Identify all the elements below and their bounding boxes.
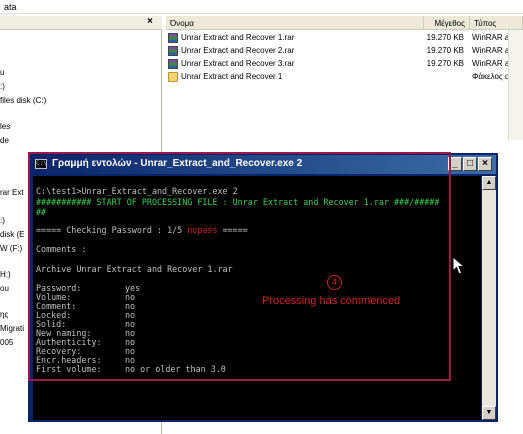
folder-tree-item[interactable]: Migrati — [0, 324, 24, 333]
scroll-down-arrow-icon[interactable]: ▼ — [482, 406, 496, 420]
column-header-size[interactable]: Μέγεθος — [424, 16, 470, 30]
file-type: WinRAR ar — [472, 59, 513, 68]
folder-tree-item[interactable]: u — [0, 68, 4, 77]
folder-icon — [168, 72, 178, 82]
file-name: Unrar Extract and Recover 2.rar — [181, 46, 295, 55]
rar-archive-icon — [168, 46, 178, 56]
folder-tree-item[interactable]: de — [0, 136, 9, 145]
folder-tree-item[interactable]: H:) — [0, 270, 11, 279]
file-row[interactable]: Unrar Extract and Recover 1.rar 19.270 K… — [166, 32, 523, 44]
folder-tree-item[interactable]: 005 — [0, 338, 13, 347]
file-type: Φάκελος α — [472, 72, 510, 81]
folder-tree-item[interactable]: disk (E — [0, 230, 24, 239]
annotation-highlight-frame — [28, 152, 451, 381]
folder-tree-item[interactable]: files disk (C:) — [0, 96, 46, 105]
file-size: 19.270 KB — [426, 59, 464, 68]
folder-tree-item[interactable]: ης — [0, 310, 8, 319]
column-header-name[interactable]: Όνομα — [166, 16, 424, 30]
console-scrollbar[interactable]: ▲ ▼ — [482, 176, 496, 420]
folder-tree-item[interactable]: rar Ext — [0, 188, 24, 197]
scroll-up-arrow-icon[interactable]: ▲ — [482, 176, 496, 190]
annotation-step-number: 4 — [327, 275, 342, 290]
file-row[interactable]: Unrar Extract and Recover 2.rar 19.270 K… — [166, 45, 523, 57]
close-button[interactable]: × — [478, 157, 492, 171]
folder-tree-item[interactable]: ou — [0, 284, 9, 293]
close-pane-icon[interactable]: × — [147, 16, 153, 27]
file-name: Unrar Extract and Recover 1.rar — [181, 33, 295, 42]
column-header-type[interactable]: Τύπος — [470, 16, 523, 30]
file-type: WinRAR ar — [472, 46, 513, 55]
folder-tree-item[interactable]: les — [0, 122, 10, 131]
rar-archive-icon — [168, 33, 178, 43]
folder-tree-item[interactable]: W (F:) — [0, 244, 22, 253]
folders-pane-header: × — [0, 16, 162, 30]
file-row[interactable]: Unrar Extract and Recover 3.rar 19.270 K… — [166, 58, 523, 70]
file-size: 19.270 KB — [426, 33, 464, 42]
file-size: 19.270 KB — [426, 46, 464, 55]
file-type: WinRAR ar — [472, 33, 513, 42]
file-list-scrollbar[interactable] — [508, 30, 523, 140]
maximize-button[interactable]: □ — [463, 157, 477, 171]
annotation-caption: Processing has commenced — [262, 295, 401, 307]
explorer-title: ata — [4, 2, 17, 12]
rar-archive-icon — [168, 59, 178, 69]
folder-tree-item[interactable]: :) — [0, 82, 5, 91]
explorer-title-bar: ata — [0, 0, 523, 14]
file-name: Unrar Extract and Recover 1 — [181, 72, 283, 81]
file-row[interactable]: Unrar Extract and Recover 1 Φάκελος α — [166, 71, 523, 83]
file-name: Unrar Extract and Recover 3.rar — [181, 59, 295, 68]
mouse-pointer-icon — [452, 256, 466, 275]
folder-tree-item[interactable]: :) — [0, 216, 5, 225]
